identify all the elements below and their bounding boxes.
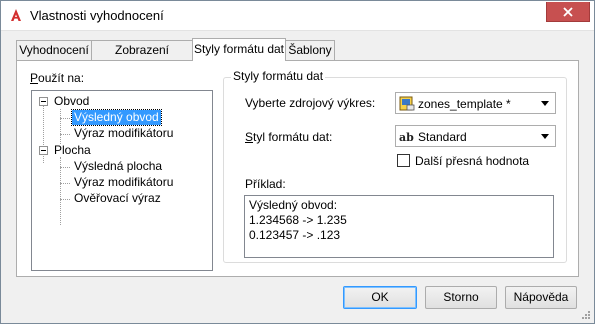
- apply-on-label-rest: oužít na:: [38, 71, 85, 85]
- tree-connector: [60, 167, 70, 168]
- cancel-button[interactable]: Storno: [425, 286, 497, 309]
- tree-connector: [60, 134, 70, 135]
- additional-precise-checkbox[interactable]: [397, 154, 410, 167]
- format-style-label-rest: tyl formátu dat:: [253, 130, 333, 144]
- tree-node-vyraz-modifikatoru[interactable]: Výraz modifikátoru: [74, 126, 173, 141]
- apply-on-label: Použít na:: [30, 71, 85, 85]
- close-button[interactable]: [546, 2, 590, 22]
- autocad-logo-icon: [9, 8, 23, 22]
- tree-node-overovaci-vyraz[interactable]: Ověřovací výraz: [74, 191, 161, 206]
- drawing-file-icon: [399, 96, 415, 111]
- tree-node-vyraz-modifikatoru-2[interactable]: Výraz modifikátoru: [74, 175, 173, 190]
- dialog-window: Vlastnosti vyhodnocení Vyhodnocení Zobra…: [0, 0, 595, 324]
- tab-sablony[interactable]: Šablony: [285, 40, 335, 60]
- resize-grip-icon[interactable]: [581, 310, 591, 320]
- source-drawing-label: Vyberte zdrojový výkres:: [245, 96, 376, 110]
- apply-on-tree[interactable]: Obvod Výsledný obvod Výraz modifikátoru …: [31, 90, 213, 271]
- window-title: Vlastnosti vyhodnocení: [30, 8, 164, 23]
- tree-connector: [60, 183, 70, 184]
- tree-node-plocha[interactable]: Plocha: [54, 143, 91, 158]
- tree-connector: [60, 109, 61, 144]
- tree-node-vysledna-plocha[interactable]: Výsledná plocha: [74, 159, 162, 174]
- collapse-plocha-icon[interactable]: [39, 146, 48, 155]
- help-button[interactable]: Nápověda: [505, 286, 577, 309]
- example-line: 0.123457 -> .123: [249, 228, 341, 242]
- format-style-select[interactable]: ab Standard: [395, 125, 556, 147]
- tab-styly-formatu-dat[interactable]: Styly formátu dat: [192, 38, 286, 61]
- tab-vyhodnoceni[interactable]: Vyhodnocení: [16, 40, 92, 60]
- example-label: Příklad:: [245, 177, 286, 191]
- format-style-value: Standard: [418, 130, 467, 144]
- collapse-obvod-icon[interactable]: [39, 97, 48, 106]
- source-drawing-value: zones_template *: [418, 97, 511, 111]
- text-style-ab-icon: ab: [399, 130, 415, 145]
- tree-node-obvod[interactable]: Obvod: [54, 94, 89, 109]
- additional-precise-label: Další přesná hodnota: [415, 154, 530, 168]
- tab-zobrazeni-obrazku[interactable]: Zobrazení obrázku: [91, 40, 193, 75]
- tree-connector: [60, 199, 70, 200]
- dropdown-arrow-icon: [541, 101, 549, 106]
- svg-text:ab: ab: [399, 131, 414, 144]
- styles-group-title: Styly formátu dat: [231, 69, 326, 83]
- tree-node-vysledny-obvod[interactable]: Výsledný obvod: [71, 109, 162, 126]
- example-line: 1.234568 -> 1.235: [249, 213, 347, 227]
- tree-connector: [60, 118, 70, 119]
- close-icon: [563, 7, 573, 17]
- title-bar[interactable]: Vlastnosti vyhodnocení: [1, 1, 594, 31]
- format-style-label: Styl formátu dat:: [245, 130, 333, 144]
- dropdown-arrow-icon: [541, 134, 549, 139]
- tab-panel: Použít na: Obvod Výsledný obvod Výraz mo…: [16, 60, 579, 277]
- ok-button[interactable]: OK: [343, 286, 417, 309]
- example-line: Výsledný obvod:: [249, 198, 338, 212]
- source-drawing-select[interactable]: zones_template *: [395, 92, 556, 114]
- example-box: Výsledný obvod: 1.234568 -> 1.235 0.1234…: [244, 195, 554, 258]
